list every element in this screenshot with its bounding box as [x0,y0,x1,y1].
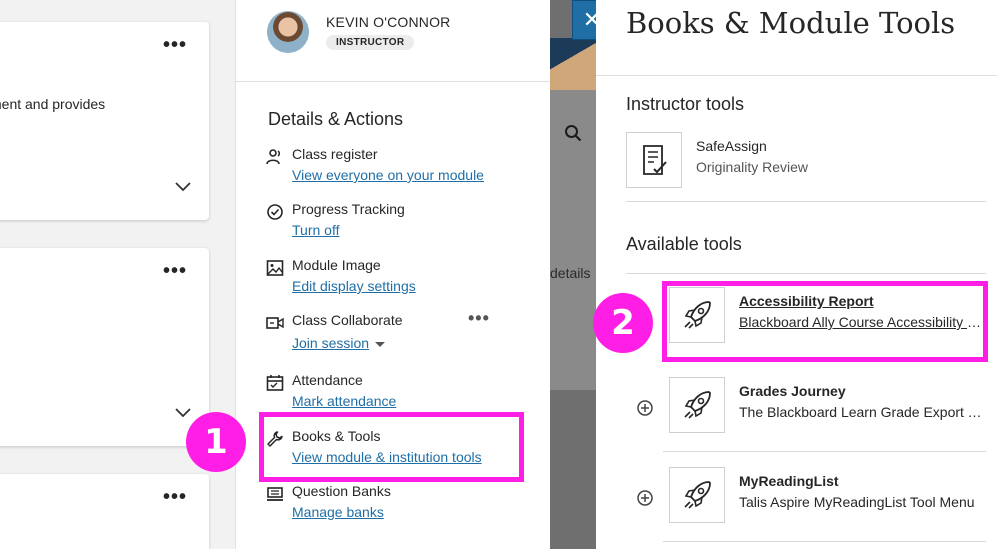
join-session-dropdown[interactable]: Join session [292,335,386,351]
search-icon [564,124,582,147]
tool-description: The Blackboard Learn Grade Export Tool [739,404,985,420]
action-label: Class Collaborate [292,312,403,328]
tool-description: Talis Aspire MyReadingList Tool Menu [739,494,975,510]
highlight-books-tools [259,412,524,482]
users-icon [266,148,284,166]
tool-name: Grades Journey [739,383,846,399]
role-badge: INSTRUCTOR [326,35,415,50]
add-tool-icon[interactable] [636,489,654,507]
instructor-tools-heading: Instructor tools [626,94,745,114]
module-banner-image [550,38,596,90]
check-circle-icon [266,203,284,221]
divider [626,201,986,202]
calendar-icon [266,374,284,392]
progress-tracking-toggle-link[interactable]: Turn off [292,222,339,238]
more-options-icon[interactable]: ••• [163,487,187,507]
caret-down-icon [375,341,386,347]
card-description: ment and provides [0,96,106,112]
content-card[interactable]: ••• [0,474,209,549]
more-options-icon[interactable]: ••• [163,261,187,281]
divider [626,273,986,274]
video-icon [266,314,284,332]
chevron-down-icon[interactable] [175,182,191,194]
chevron-down-icon[interactable] [175,408,191,420]
avatar [267,11,309,53]
divider [663,451,986,452]
rocket-icon [669,377,725,433]
rocket-icon [669,467,725,523]
content-card[interactable]: ••• ment and provides [0,22,209,220]
join-session-label: Join session [292,335,370,351]
step-badge-2: 2 [593,293,653,353]
more-options-icon[interactable]: ••• [163,35,187,55]
instructor-profile: KEVIN O'CONNOR INSTRUCTOR [236,0,550,82]
tool-description: Originality Review [696,159,809,175]
available-tools-heading: Available tools [626,234,742,254]
action-label: Progress Tracking [292,201,405,217]
bank-icon [266,485,284,503]
step-badge-1: 1 [186,412,246,472]
details-title: Details & Actions [268,109,404,129]
more-options-icon[interactable]: ••• [468,308,490,329]
panel-header: Books & Module Tools [596,0,997,76]
action-label: Attendance [292,372,363,388]
tool-name: MyReadingList [739,473,839,489]
manage-banks-link[interactable]: Manage banks [292,504,384,520]
add-tool-icon[interactable] [636,399,654,417]
tool-name: SafeAssign [696,138,767,154]
mark-attendance-link[interactable]: Mark attendance [292,393,396,409]
books-tools-panel: Books & Module Tools Instructor tools Sa… [596,0,997,549]
action-label: Module Image [292,257,381,273]
content-card[interactable]: ••• [0,248,209,446]
edit-display-settings-link[interactable]: Edit display settings [292,278,416,294]
image-icon [266,259,284,277]
instructor-name: KEVIN O'CONNOR [326,14,451,30]
modal-backdrop[interactable]: details [550,0,596,549]
panel-title: Books & Module Tools [626,6,956,40]
highlight-accessibility-report [662,281,988,362]
document-check-icon [626,132,682,188]
view-class-register-link[interactable]: View everyone on your module [292,167,484,183]
action-label: Class register [292,146,378,162]
divider [663,541,986,542]
action-label: Question Banks [292,483,391,499]
dimmed-details-text: details [550,265,591,281]
